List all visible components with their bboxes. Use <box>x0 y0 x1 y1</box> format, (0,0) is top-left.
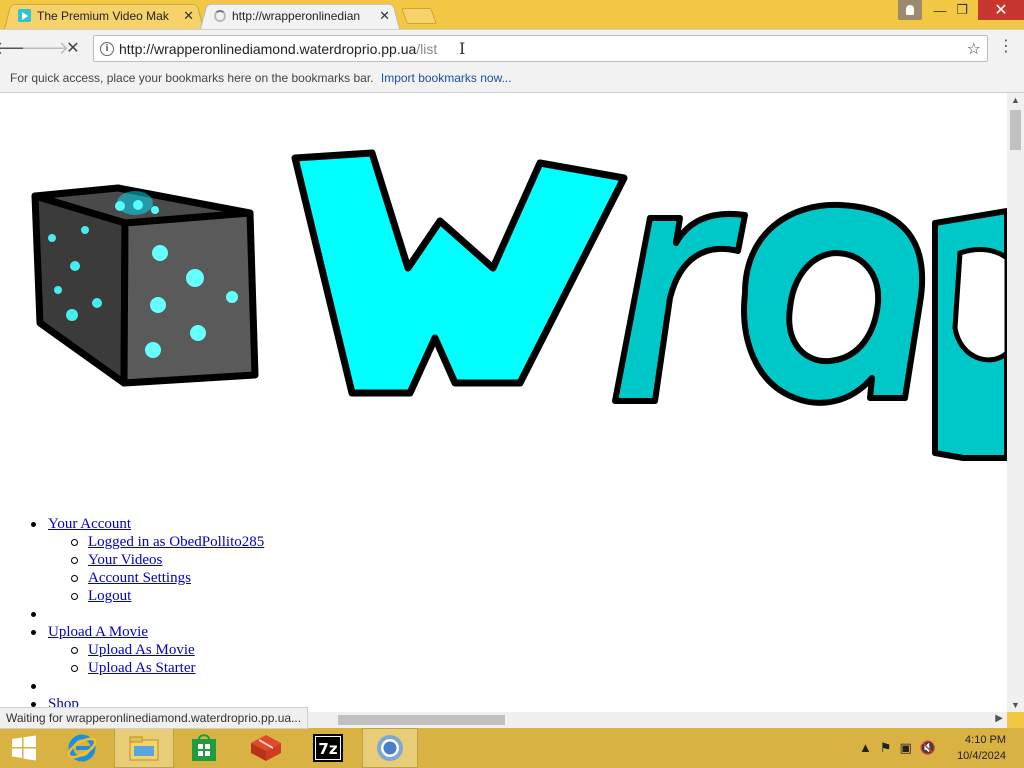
system-tray: ▲ ⚑ ▣ 🔇 <box>859 740 936 756</box>
wrapper-logo <box>31 149 1007 461</box>
bookmarks-bar: For quick access, place your bookmarks h… <box>0 66 1024 93</box>
url-host: http://wrapperonlinediamond.waterdroprio… <box>119 40 417 57</box>
clock-date: 10/4/2024 <box>957 750 1006 762</box>
restore-button[interactable]: ❐ <box>946 0 978 20</box>
folder-icon <box>129 736 159 761</box>
site-nav: Your Account Logged in as ObedPollito285… <box>28 515 264 712</box>
store-icon <box>192 734 216 761</box>
url-path: /list <box>416 40 438 57</box>
vertical-scrollbar[interactable]: ▲ ▼ <box>1007 93 1024 712</box>
logout-link[interactable]: Logout <box>88 588 131 604</box>
title-bar: The Premium Video Mak ✕ http://wrapperon… <box>0 0 1024 30</box>
close-tab-icon[interactable]: ✕ <box>183 8 194 24</box>
tab-premium-video[interactable]: The Premium Video Mak ✕ <box>4 2 204 30</box>
svg-text:7z: 7z <box>318 740 337 758</box>
status-bubble: Waiting for wrapperonlinediamond.waterdr… <box>0 707 309 729</box>
address-bar[interactable]: i http://wrapperonlinediamond.waterdropr… <box>93 35 988 62</box>
chrome-icon <box>377 735 403 761</box>
scroll-down-icon[interactable]: ▼ <box>1011 700 1020 710</box>
7zip-button[interactable]: 7z <box>300 728 356 768</box>
scroll-up-icon[interactable]: ▲ <box>1011 95 1020 105</box>
upload-as-starter-link[interactable]: Upload As Starter <box>88 660 195 676</box>
action-center-flag-icon[interactable]: ⚑ <box>880 740 892 756</box>
video-favicon-icon <box>18 9 31 22</box>
logo-letter-r <box>612 210 748 404</box>
logo-letter-a <box>741 201 926 406</box>
import-bookmarks-link[interactable]: Import bookmarks now... <box>381 71 512 85</box>
nav-item-empty <box>28 677 264 695</box>
network-icon[interactable]: ▣ <box>900 740 912 756</box>
tab-title: http://wrapperonlinedian <box>232 8 361 23</box>
internet-explorer-button[interactable] <box>54 728 110 768</box>
logo-letter-w <box>291 149 628 397</box>
internet-explorer-icon <box>67 734 97 762</box>
nav-item-your-account: Your Account Logged in as ObedPollito285… <box>28 515 264 605</box>
start-button[interactable] <box>0 728 48 768</box>
nav-item-empty <box>28 605 264 623</box>
stop-loading-button[interactable]: ✕ <box>62 37 84 59</box>
page-viewport: Your Account Logged in as ObedPollito285… <box>0 93 1007 712</box>
clock-time: 4:10 PM <box>965 734 1006 746</box>
scroll-thumb[interactable] <box>338 715 505 725</box>
scroll-right-icon[interactable]: ▶ <box>995 713 1003 724</box>
text-cursor-icon: I <box>459 39 466 58</box>
red-box-app-icon <box>251 735 281 761</box>
info-icon[interactable]: i <box>100 41 114 56</box>
taskbar-clock[interactable]: 4:10 PM 10/4/2024 <box>957 732 1006 764</box>
user-icon <box>906 5 914 15</box>
bookmark-star-icon[interactable]: ☆ <box>967 39 981 59</box>
tab-title: The Premium Video Mak <box>37 8 169 23</box>
your-videos-link[interactable]: Your Videos <box>88 552 162 568</box>
chrome-button[interactable] <box>362 728 418 768</box>
account-settings-link[interactable]: Account Settings <box>88 570 191 586</box>
nav-item-upload-movie: Upload A Movie Upload As Movie Upload As… <box>28 623 264 677</box>
new-tab-button[interactable] <box>401 8 437 24</box>
forward-button[interactable]: 🡒 <box>21 37 69 59</box>
browser-toolbar: 🡐 🡒 ✕ i http://wrapperonlinediamond.wate… <box>0 29 1024 66</box>
upload-as-movie-link[interactable]: Upload As Movie <box>88 642 195 658</box>
user-profile-button[interactable] <box>898 0 922 20</box>
bookmarks-message: For quick access, place your bookmarks h… <box>10 71 374 85</box>
upload-a-movie-link[interactable]: Upload A Movie <box>48 624 148 640</box>
your-account-link[interactable]: Your Account <box>48 516 131 532</box>
url-text[interactable]: http://wrapperonlinediamond.waterdroprio… <box>119 41 437 57</box>
show-hidden-icons-icon[interactable]: ▲ <box>859 740 872 756</box>
7zip-icon: 7z <box>313 734 343 762</box>
windows-logo-icon <box>12 735 36 761</box>
volume-muted-icon[interactable]: 🔇 <box>920 740 936 756</box>
close-tab-icon[interactable]: ✕ <box>379 8 390 24</box>
file-explorer-button[interactable] <box>114 728 174 768</box>
diamond-ore-block-icon <box>31 184 259 387</box>
tab-wrapper-online[interactable]: http://wrapperonlinedian ✕ <box>200 2 400 30</box>
red-app-button[interactable] <box>238 728 294 768</box>
loading-spinner-icon <box>214 9 226 22</box>
scroll-thumb[interactable] <box>1010 110 1021 150</box>
logged-in-as-link[interactable]: Logged in as ObedPollito285 <box>88 534 264 550</box>
close-window-button[interactable]: ✕ <box>978 0 1024 20</box>
store-button[interactable] <box>176 728 232 768</box>
menu-icon[interactable]: ⋮ <box>998 39 1014 55</box>
taskbar: 7z ▲ ⚑ ▣ 🔇 4:10 PM 10/4/2024 <box>0 728 1024 768</box>
